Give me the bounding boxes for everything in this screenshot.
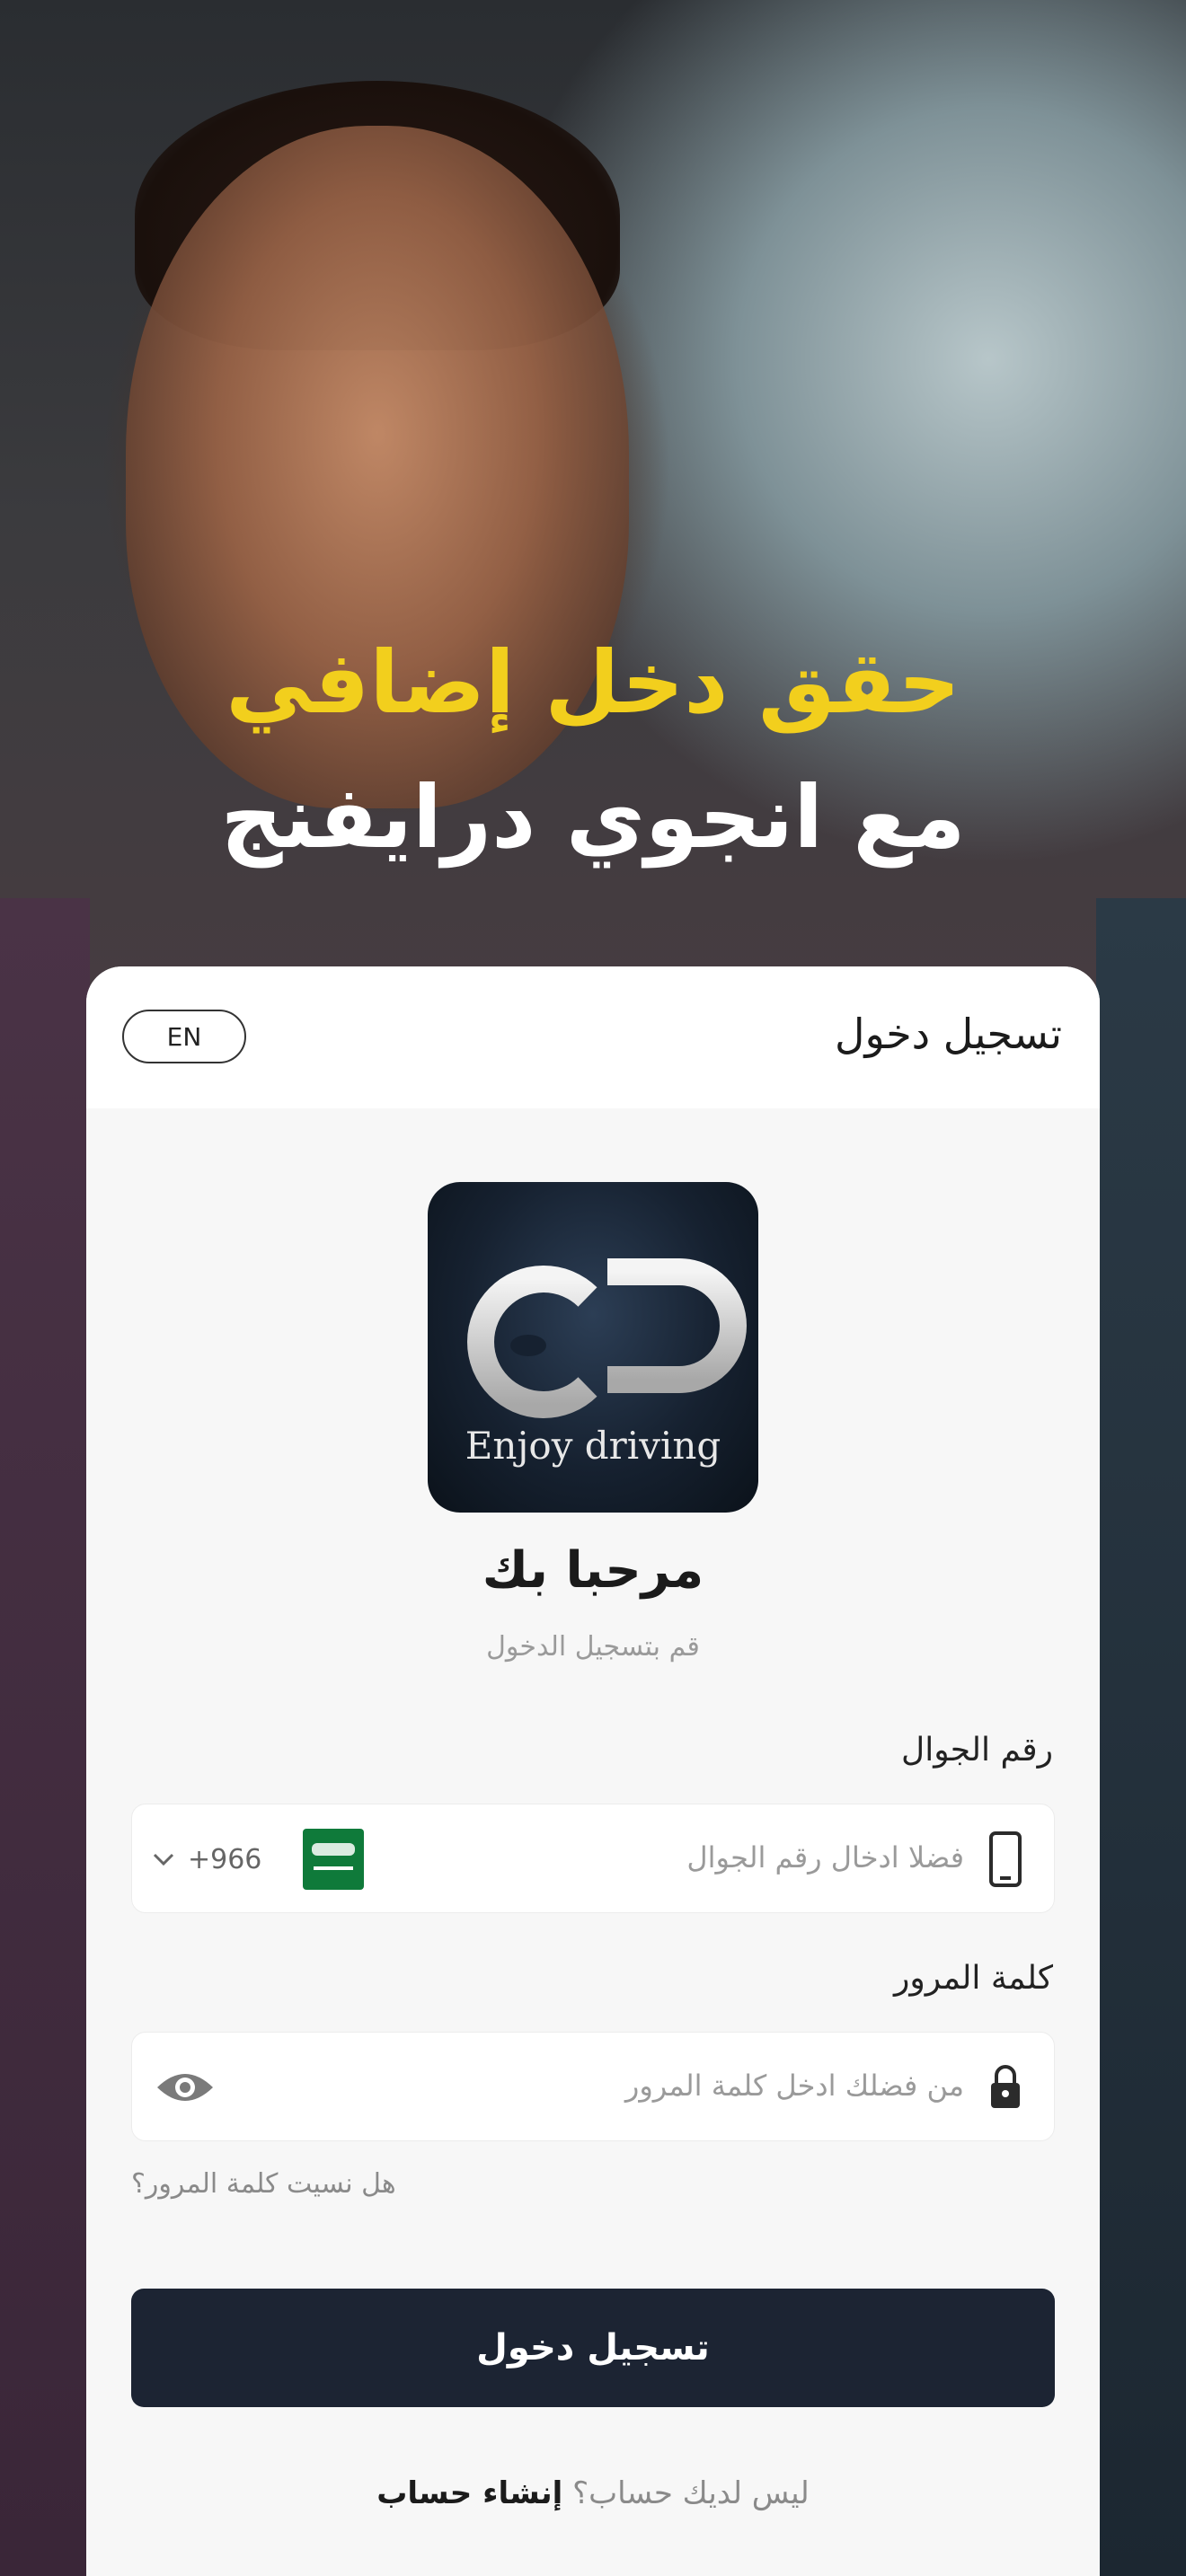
phone-placeholder: فضلا ادخال رقم الجوال (686, 1840, 964, 1875)
hero-headline-line1: حقق دخل إضافي (226, 632, 960, 733)
login-button[interactable]: تسجيل دخول (131, 2289, 1055, 2407)
forgot-password-link[interactable]: هل نسيت كلمة المرور؟ (131, 2168, 396, 2200)
eye-icon[interactable] (155, 2065, 215, 2110)
login-card: تسجيل دخول EN Enjoy driving مرحبا بك قم … (86, 966, 1100, 2576)
create-account-link[interactable]: إنشاء حساب (376, 2475, 562, 2511)
country-code-selector[interactable]: +966 (150, 1829, 365, 1890)
welcome-title: مرحبا بك (482, 1541, 704, 1600)
chevron-down-icon (153, 1853, 174, 1866)
app-logo: Enjoy driving (428, 1182, 758, 1513)
phone-label: رقم الجوال (901, 1732, 1053, 1769)
country-code: +966 (188, 1843, 262, 1875)
signup-question: ليس لديك حساب؟ (572, 2475, 810, 2511)
welcome-subtitle: قم بتسجيل الدخول (486, 1631, 700, 1663)
hero-side-left (0, 898, 90, 2576)
phone-icon (989, 1831, 1022, 1887)
password-placeholder: من فضلك ادخل كلمة المرور (624, 2069, 964, 2103)
signup-row: ليس لديك حساب؟ إنشاء حساب (86, 2475, 1100, 2511)
password-field[interactable]: من فضلك ادخل كلمة المرور (131, 2032, 1055, 2141)
password-label: كلمة المرور (893, 1960, 1053, 1997)
hero-side-right (1096, 898, 1186, 2576)
language-toggle-button[interactable]: EN (122, 1010, 246, 1063)
card-header: تسجيل دخول EN (86, 966, 1100, 1108)
logo-text: Enjoy driving (465, 1424, 721, 1468)
saudi-flag-icon (303, 1829, 365, 1890)
page-title: تسجيل دخول (835, 1010, 1062, 1058)
phone-field[interactable]: فضلا ادخال رقم الجوال +966 (131, 1804, 1055, 1913)
hero-headline-line2: مع انجوي درايفنج (220, 767, 966, 868)
lock-icon (991, 2065, 1020, 2108)
